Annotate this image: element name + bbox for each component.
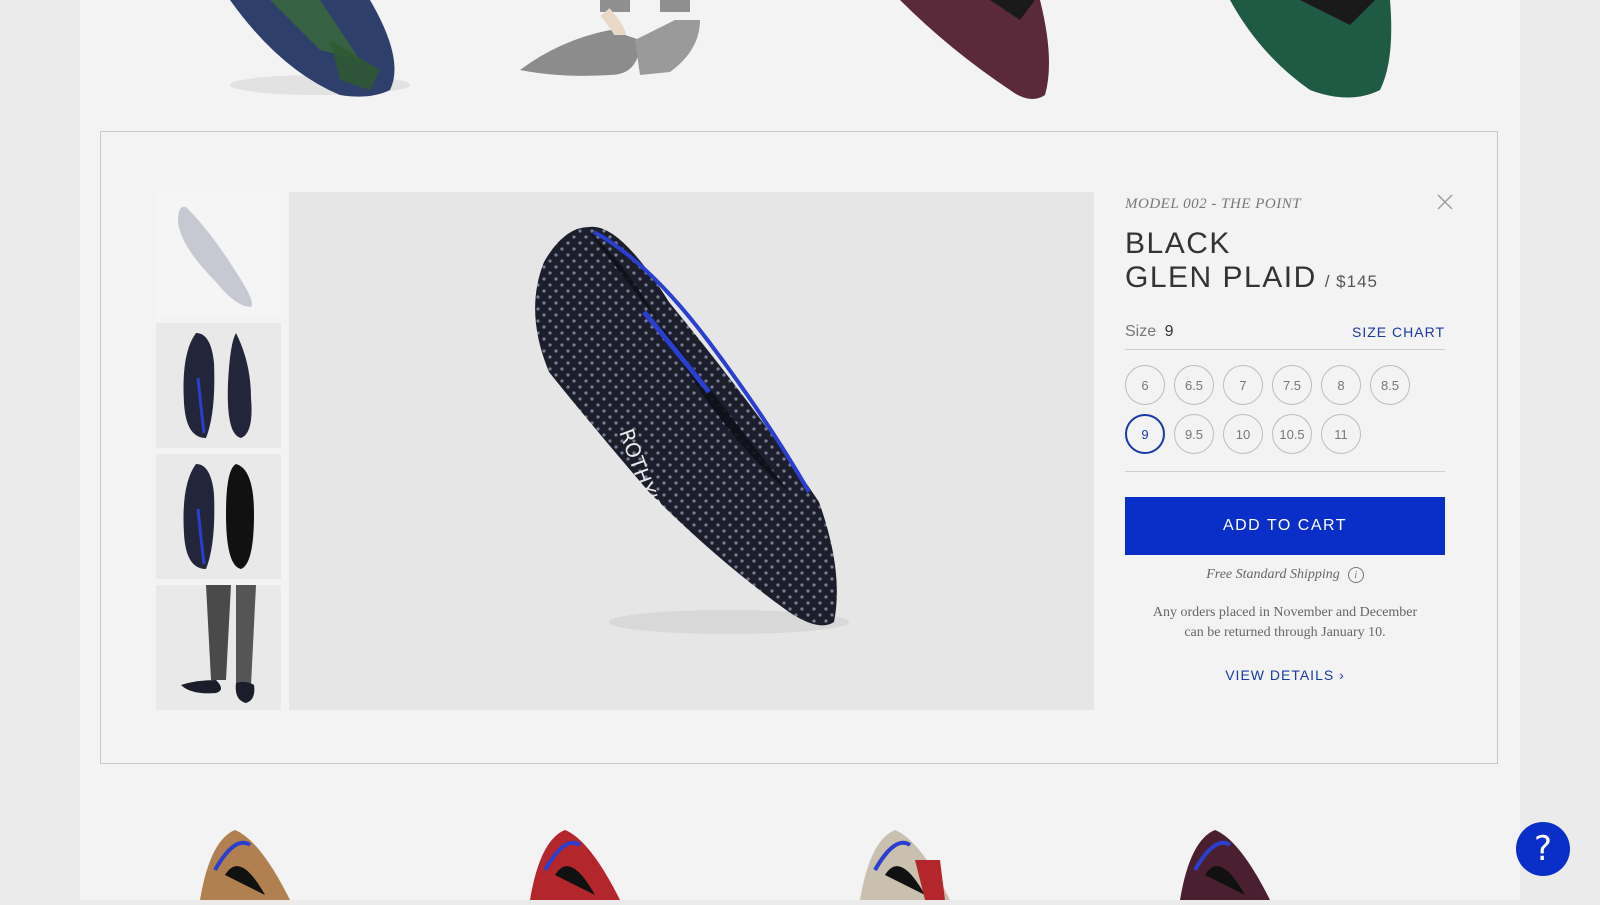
product-card-grey-plaid[interactable]	[830, 800, 1070, 900]
size-option[interactable]: 9.5	[1174, 414, 1214, 454]
size-option[interactable]: 10.5	[1272, 414, 1312, 454]
selected-size-value: 9	[1164, 323, 1174, 340]
product-card-burgundy[interactable]	[870, 0, 1110, 130]
product-price: / $145	[1324, 272, 1378, 291]
add-to-cart-button[interactable]: ADD TO CART	[1125, 497, 1445, 555]
size-option[interactable]: 11	[1321, 414, 1361, 454]
size-option[interactable]: 7.5	[1272, 365, 1312, 405]
product-strip-top	[80, 0, 1520, 130]
model-name: MODEL 002 - THE POINT	[1125, 196, 1302, 212]
product-card-plaid-green[interactable]	[170, 0, 410, 130]
size-option-selected[interactable]: 9	[1125, 414, 1165, 454]
thumbnail-3[interactable]	[156, 454, 281, 579]
size-option[interactable]: 6.5	[1174, 365, 1214, 405]
product-title-line1: BLACK	[1125, 227, 1231, 260]
size-option[interactable]: 8.5	[1370, 365, 1410, 405]
shipping-text: Free Standard Shipping	[1206, 567, 1340, 582]
thumbnail-list	[156, 192, 281, 716]
product-card-grey[interactable]	[500, 0, 740, 130]
product-card-leopard[interactable]	[180, 800, 420, 900]
product-card-plum[interactable]	[1150, 800, 1390, 900]
size-options: 6 6.5 7 7.5 8 8.5 9 9.5 10 10.5 11	[1125, 365, 1445, 472]
return-note-line1: Any orders placed in November and Decemb…	[1152, 605, 1418, 620]
close-icon[interactable]	[1433, 190, 1457, 214]
return-note: Any orders placed in November and Decemb…	[1125, 603, 1445, 643]
size-option[interactable]: 7	[1223, 365, 1263, 405]
thumbnail-1[interactable]	[156, 192, 281, 317]
product-strip-bottom	[80, 800, 1520, 900]
product-card-red[interactable]	[500, 800, 740, 900]
page: ROTHY'S MODEL 002 - THE POINT BLACK GLEN…	[80, 0, 1520, 900]
size-label: Size	[1125, 323, 1157, 340]
help-button[interactable]: ?	[1516, 822, 1570, 876]
view-details-link[interactable]: VIEW DETAILS ›	[1125, 667, 1445, 683]
size-row: Size 9 SIZE CHART	[1125, 323, 1445, 350]
size-chart-link[interactable]: SIZE CHART	[1352, 324, 1445, 340]
size-option[interactable]: 10	[1223, 414, 1263, 454]
main-product-image[interactable]: ROTHY'S	[289, 192, 1094, 710]
product-details: MODEL 002 - THE POINT BLACK GLEN PLAID / …	[1125, 192, 1453, 683]
product-card-green[interactable]	[1190, 0, 1430, 130]
quick-view-panel: ROTHY'S MODEL 002 - THE POINT BLACK GLEN…	[100, 131, 1498, 764]
product-title: BLACK GLEN PLAID / $145	[1125, 227, 1445, 299]
size-option[interactable]: 8	[1321, 365, 1361, 405]
info-icon[interactable]: i	[1347, 567, 1364, 583]
thumbnail-2[interactable]	[156, 323, 281, 448]
thumbnail-4[interactable]	[156, 585, 281, 710]
product-title-line2: GLEN PLAID	[1125, 261, 1317, 294]
return-note-line2: can be returned through January 10.	[1184, 625, 1386, 640]
size-option[interactable]: 6	[1125, 365, 1165, 405]
shipping-info: Free Standard Shipping i	[1125, 567, 1445, 583]
